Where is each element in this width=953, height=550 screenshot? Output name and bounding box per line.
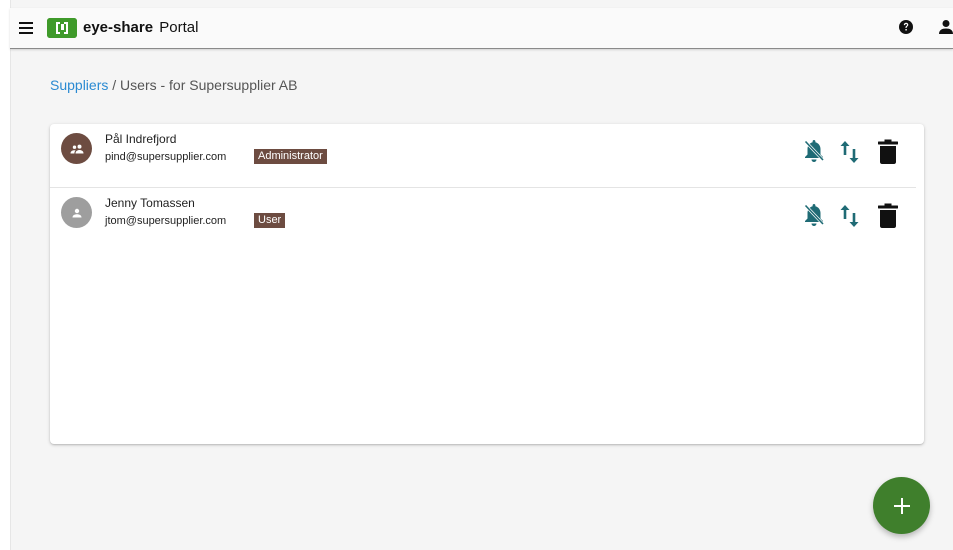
app-title: eye-share Portal: [83, 18, 198, 38]
avatar: [61, 197, 92, 228]
person-icon: [72, 208, 81, 217]
account-icon[interactable]: [939, 19, 953, 35]
portal-page: eye-share Portal Suppliers / Users - for…: [0, 0, 953, 550]
brand-name: eye-share: [83, 19, 154, 36]
delete-icon[interactable]: [877, 203, 899, 234]
side-rail: [0, 0, 11, 550]
user-name: Jenny Tomassen: [105, 196, 195, 210]
help-icon[interactable]: [898, 19, 914, 35]
swap-vert-icon[interactable]: [840, 204, 860, 233]
user-name: Pål Indrefjord: [105, 132, 177, 146]
user-row[interactable]: Jenny Tomassen jtom@supersupplier.com Us…: [50, 188, 916, 251]
breadcrumb-suppliers-link[interactable]: Suppliers: [50, 77, 108, 93]
avatar: [61, 133, 92, 164]
role-badge: Administrator: [254, 149, 327, 164]
brand-logo-icon: [47, 18, 77, 38]
menu-icon[interactable]: [17, 18, 37, 38]
user-email: pind@supersupplier.com: [105, 151, 227, 163]
brand-suffix: Portal: [159, 19, 199, 36]
user-row[interactable]: Pål Indrefjord pind@supersupplier.com Ad…: [50, 124, 916, 188]
breadcrumb: Suppliers / Users - for Supersupplier AB: [50, 76, 297, 94]
breadcrumb-current: Users - for Supersupplier AB: [120, 77, 298, 93]
notifications-off-icon[interactable]: [802, 202, 826, 233]
breadcrumb-separator: /: [108, 77, 121, 93]
swap-vert-icon[interactable]: [840, 140, 860, 169]
supervisor-account-icon: [70, 144, 83, 153]
users-card: Pål Indrefjord pind@supersupplier.com Ad…: [50, 124, 924, 444]
delete-icon[interactable]: [877, 139, 899, 170]
user-email: jtom@supersupplier.com: [105, 215, 227, 227]
notifications-off-icon[interactable]: [802, 138, 826, 169]
add-icon: [893, 497, 910, 514]
app-bar: eye-share Portal: [10, 8, 953, 49]
add-user-button[interactable]: [873, 477, 930, 534]
role-badge: User: [254, 213, 286, 228]
